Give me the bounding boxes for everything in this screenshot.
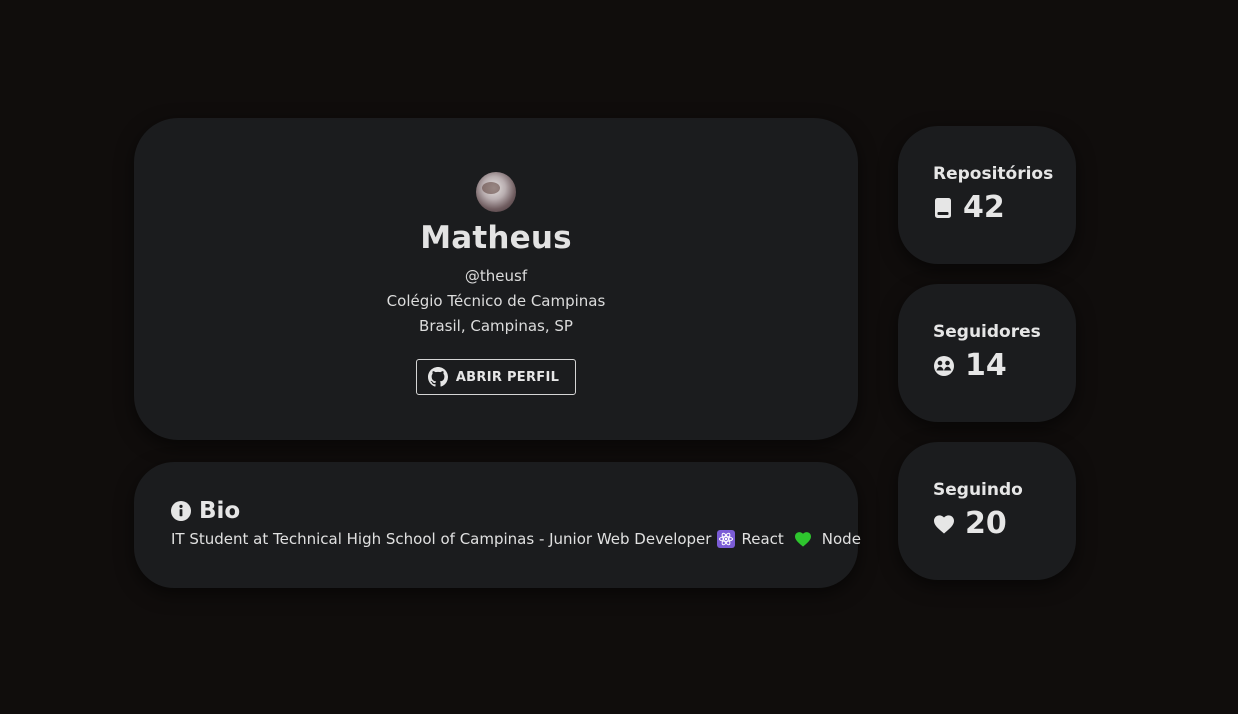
- stat-card-repositories: Repositórios 42: [898, 126, 1076, 264]
- stat-title: Repositórios: [933, 164, 1054, 184]
- bio-title: Bio: [199, 498, 241, 524]
- bio-card: Bio IT Student at Technical High School …: [134, 462, 861, 588]
- stat-card-followers: Seguidores 14: [898, 284, 1076, 422]
- bio-react-label: React: [741, 530, 784, 548]
- bio-text: IT Student at Technical High School of C…: [171, 530, 861, 548]
- profile-card: Matheus @theusf Colégio Técnico de Campi…: [134, 118, 858, 440]
- info-icon: [171, 501, 191, 521]
- bio-heading: Bio: [171, 498, 240, 524]
- open-profile-button[interactable]: ABRIR PERFIL: [415, 359, 577, 395]
- stat-value: 14: [965, 348, 1007, 383]
- bio-text-main: IT Student at Technical High School of C…: [171, 530, 712, 548]
- stat-value: 20: [965, 506, 1007, 541]
- profile-handle: @theusf: [464, 267, 528, 285]
- atom-emoji-icon: [717, 530, 736, 548]
- profile-school: Colégio Técnico de Campinas: [386, 292, 606, 310]
- stat-card-following: Seguindo 20: [898, 442, 1076, 580]
- bio-node-label: Node: [821, 530, 861, 548]
- green-heart-icon: [794, 531, 812, 547]
- open-profile-label: ABRIR PERFIL: [455, 369, 560, 385]
- stat-title: Seguidores: [933, 322, 1041, 342]
- github-icon: [427, 367, 448, 387]
- avatar: [476, 172, 516, 212]
- profile-location: Brasil, Campinas, SP: [419, 317, 573, 335]
- users-icon: [933, 355, 955, 377]
- profile-name: Matheus: [420, 220, 572, 256]
- book-icon: [933, 197, 953, 219]
- stat-value: 42: [963, 190, 1005, 225]
- page: Matheus @theusf Colégio Técnico de Campi…: [0, 0, 1238, 714]
- stat-title: Seguindo: [933, 480, 1023, 500]
- heart-icon: [933, 514, 955, 534]
